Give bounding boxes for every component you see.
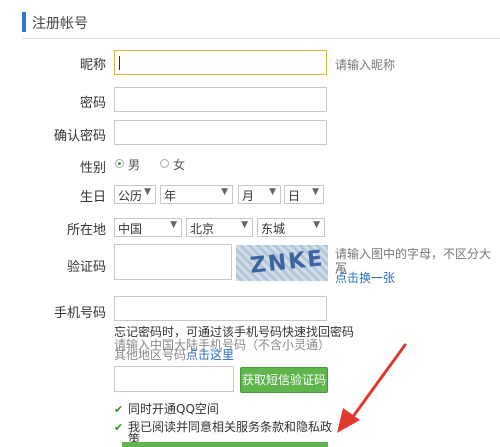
gender-label: 性别 bbox=[79, 161, 106, 176]
calendar-value: 公历 bbox=[118, 189, 143, 203]
year-value: 年 bbox=[164, 189, 177, 203]
chevron-down-icon: ▼ bbox=[170, 220, 177, 230]
submit-button[interactable] bbox=[122, 442, 328, 447]
location-label: 所在地 bbox=[66, 223, 106, 238]
month-select[interactable]: 月 ▼ bbox=[238, 185, 281, 204]
phone-label: 手机号码 bbox=[53, 306, 106, 321]
calendar-select[interactable]: 公历 ▼ bbox=[114, 185, 156, 204]
password-input[interactable] bbox=[114, 87, 327, 112]
agree-terms-label-line1[interactable]: 我已阅读并同意相关服务条款和隐私政 bbox=[128, 418, 332, 435]
chevron-down-icon: ▼ bbox=[312, 187, 319, 197]
header-accent-bar bbox=[22, 12, 26, 32]
chevron-down-icon: ▼ bbox=[241, 220, 248, 230]
captcha-label: 验证码 bbox=[66, 260, 106, 275]
nickname-hint: 请输入昵称 bbox=[335, 58, 396, 72]
province-select[interactable]: 北京 ▼ bbox=[186, 218, 253, 237]
chevron-down-icon: ▼ bbox=[269, 187, 276, 197]
get-sms-code-button[interactable]: 获取短信验证码 bbox=[240, 367, 328, 393]
phone-note-other-region: 其他地区号码点击这里 bbox=[114, 346, 234, 363]
chevron-down-icon: ▼ bbox=[144, 187, 151, 197]
gender-male-label[interactable]: 男 bbox=[128, 156, 140, 173]
gender-female-label[interactable]: 女 bbox=[173, 156, 185, 173]
page-title: 注册帐号 bbox=[32, 16, 88, 32]
other-region-link[interactable]: 点击这里 bbox=[186, 348, 234, 362]
nickname-label: 昵称 bbox=[79, 58, 106, 73]
sms-code-input[interactable] bbox=[114, 366, 234, 392]
city-value: 东城 bbox=[261, 222, 286, 236]
gender-male-radio[interactable] bbox=[115, 159, 124, 168]
province-value: 北京 bbox=[190, 222, 215, 236]
agree-terms-checkbox[interactable]: ✔ bbox=[114, 420, 125, 434]
year-select[interactable]: 年 ▼ bbox=[160, 185, 233, 204]
city-select[interactable]: 东城 ▼ bbox=[257, 218, 325, 237]
birthday-label: 生日 bbox=[79, 190, 106, 205]
day-select[interactable]: 日 ▼ bbox=[284, 185, 324, 204]
qzone-checkbox[interactable]: ✔ bbox=[114, 402, 125, 416]
captcha-input[interactable] bbox=[114, 244, 232, 280]
captcha-image-text: ZNKE bbox=[248, 246, 326, 279]
header-divider bbox=[22, 38, 500, 39]
captcha-refresh-link[interactable]: 点击换一张 bbox=[335, 269, 395, 286]
checkmark-icon: ✔ bbox=[114, 403, 124, 416]
day-value: 日 bbox=[288, 189, 301, 203]
confirm-password-label: 确认密码 bbox=[53, 129, 106, 144]
chevron-down-icon: ▼ bbox=[221, 187, 228, 197]
text-caret bbox=[119, 56, 120, 70]
password-label: 密码 bbox=[79, 96, 106, 111]
confirm-password-input[interactable] bbox=[114, 120, 327, 145]
other-region-text: 其他地区号码 bbox=[114, 348, 187, 362]
month-value: 月 bbox=[242, 189, 255, 203]
nickname-input[interactable] bbox=[114, 50, 327, 75]
phone-input[interactable] bbox=[114, 296, 327, 321]
captcha-image[interactable]: ZNKE bbox=[236, 245, 328, 281]
chevron-down-icon: ▼ bbox=[313, 220, 320, 230]
gender-female-radio[interactable] bbox=[160, 159, 169, 168]
country-select[interactable]: 中国 ▼ bbox=[114, 218, 182, 237]
qzone-label[interactable]: 同时开通QQ空间 bbox=[128, 400, 219, 417]
checkmark-icon: ✔ bbox=[114, 421, 124, 434]
country-value: 中国 bbox=[118, 222, 143, 236]
